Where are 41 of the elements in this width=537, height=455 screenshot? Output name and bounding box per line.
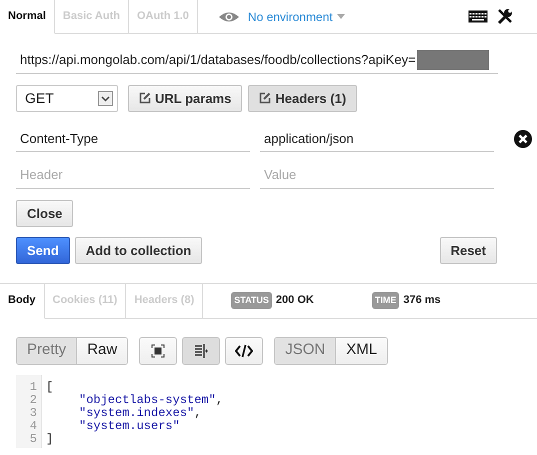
status-badge: STATUS [231,292,272,310]
code-line: "system.users" [78,420,180,432]
line-number: 5 [30,432,37,446]
code-line: [ [46,380,54,394]
time-text: 376 ms [403,293,441,308]
add-to-collection-button[interactable]: Add to collection [74,236,202,264]
eye-icon [218,10,240,22]
environment-dropdown[interactable]: No environment [248,8,345,26]
send-button[interactable]: Send [16,236,70,264]
settings-icon[interactable] [496,8,513,25]
caret-icon [98,90,113,106]
edit-icon [259,92,272,104]
time-badge: TIME [372,292,400,310]
edit-icon [139,92,151,104]
code-line: "system.indexes", [78,406,202,420]
reset-button[interactable]: Reset [440,236,497,264]
code-button[interactable] [225,336,264,364]
code-line: "objectlabs-system", [78,394,224,406]
code-icon [235,344,254,358]
headers-button[interactable]: Headers (1) [248,84,358,112]
fullscreen-button[interactable] [139,336,178,364]
status-text: 200 OK [276,293,314,308]
auth-tab[interactable]: Normal [0,0,55,34]
line-number: 1 [30,380,37,394]
line-number: 4 [30,418,37,432]
method-select[interactable]: GET [16,84,118,112]
url-field[interactable]: https://api.mongolab.com/api/1/databases/foodb/collections?apiKey= [16,48,417,72]
url-params-button[interactable]: URL params [128,84,242,112]
line-number: 2 [30,392,37,406]
close-button[interactable]: Close [16,200,74,226]
remove-icon[interactable] [514,130,532,148]
caret-icon [336,14,345,19]
response-tab[interactable]: Body [0,284,44,318]
format-toggle[interactable]: XML [335,338,388,364]
code-line: ] [46,432,54,446]
keyboard-icon[interactable] [468,10,488,23]
line-number: 3 [30,406,37,420]
view-mode-toggle[interactable]: Raw [76,338,128,364]
wrap-lines-icon [194,344,208,358]
fullscreen-icon [151,344,166,358]
wrap-lines-button[interactable] [182,336,220,364]
